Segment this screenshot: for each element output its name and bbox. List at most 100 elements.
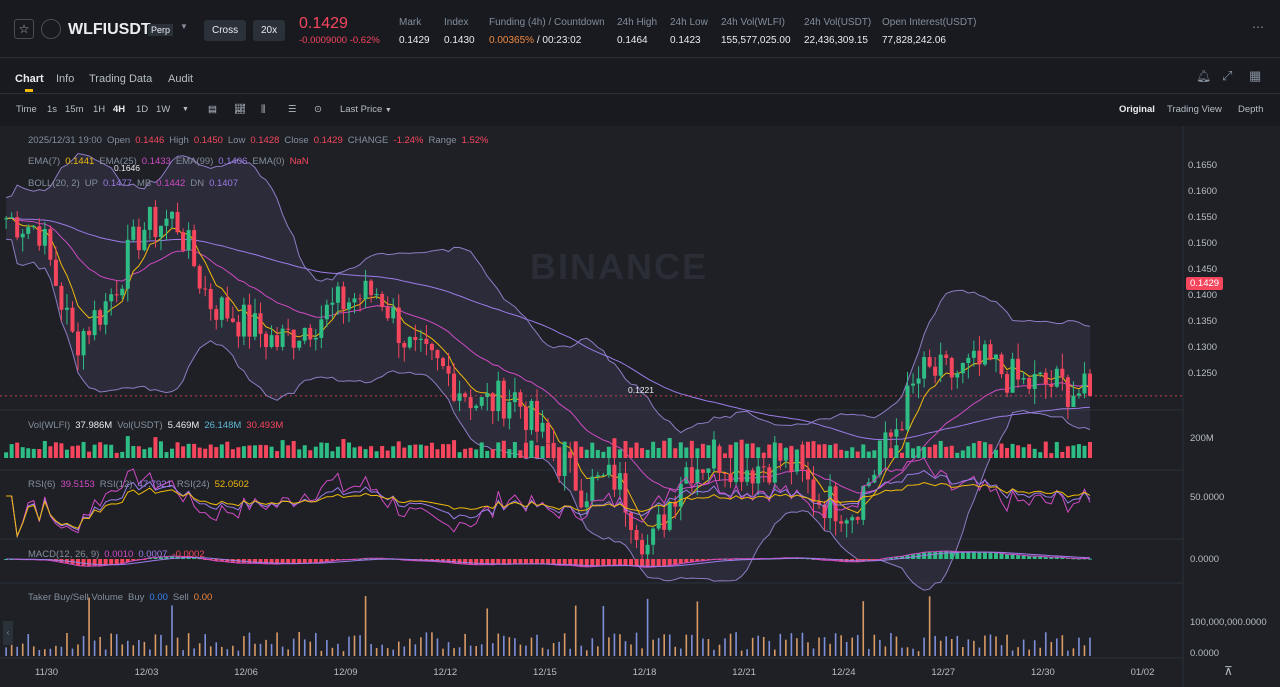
vol-ma1-value: 26.148M	[204, 420, 242, 431]
taker-volume-bar	[917, 651, 920, 656]
price-axis-tick: 0.1500	[1188, 238, 1218, 249]
volume-bar	[158, 441, 163, 458]
volume-bar	[170, 448, 175, 458]
volume-bar	[866, 451, 871, 458]
taker-volume-bar	[348, 636, 350, 656]
symbol-dropdown-icon[interactable]: ▼	[180, 22, 188, 31]
taker-volume-bar	[652, 639, 654, 656]
taker-volume-bar	[585, 650, 588, 656]
interval-1s[interactable]: 1s	[47, 104, 57, 115]
symbol-name[interactable]: WLFIUSDT	[68, 21, 151, 39]
favorite-star-icon[interactable]: ☆	[14, 19, 34, 39]
price-type-select[interactable]: Last Price ▼	[340, 104, 392, 115]
view-original[interactable]: Original	[1119, 104, 1155, 115]
chart-area[interactable]: BINANCE 2025/12/31 19:00 Open 0.1446 High 0.…	[0, 126, 1280, 687]
candle-body	[739, 457, 744, 482]
macd-histogram-bar	[540, 559, 545, 564]
interval-15m[interactable]: 15m	[65, 104, 83, 115]
expand-icon[interactable]: ⤢	[1222, 68, 1232, 84]
interval-4h[interactable]: 4H	[113, 104, 125, 115]
macd-axis-tick: 0.0000	[1190, 554, 1220, 565]
leverage-button[interactable]: 20x	[253, 20, 286, 41]
macd-histogram-bar	[993, 552, 998, 559]
reset-scale-icon[interactable]: ⊼	[1224, 664, 1233, 678]
volume-bar	[640, 448, 645, 458]
candle-body	[291, 329, 296, 348]
candle-body	[380, 293, 385, 307]
tab-trading-data[interactable]: Trading Data	[89, 73, 152, 85]
taker-volume-bar	[154, 634, 157, 656]
calendar-icon[interactable]: ▤	[208, 104, 217, 115]
volume-bar	[147, 447, 152, 458]
candle-body	[479, 397, 484, 406]
taker-volume-bar	[431, 632, 433, 656]
candle-body	[4, 218, 9, 220]
candle-body	[369, 280, 374, 296]
vol-axis-tick: 200M	[1190, 433, 1214, 444]
margin-mode-button[interactable]: Cross	[204, 20, 247, 41]
stat-low-value: 0.1423	[670, 35, 701, 46]
chart-type-icon[interactable]: ⫼	[261, 104, 265, 115]
layout-grid-icon[interactable]: ▦	[1249, 68, 1261, 84]
volume-bar	[269, 446, 274, 458]
volume-bar	[982, 442, 987, 458]
ema7-value: 0.1441	[65, 156, 95, 167]
interval-1d[interactable]: 1D	[136, 104, 148, 115]
taker-volume-bar	[696, 601, 699, 656]
interval-dropdown-icon[interactable]: ▼	[182, 106, 189, 113]
alert-bell-icon[interactable]: 🔔︎	[1196, 69, 1211, 83]
volume-bar	[772, 442, 777, 458]
volume-bar	[634, 442, 639, 458]
volume-bar	[977, 440, 982, 458]
taker-volume-bar	[497, 633, 500, 656]
boll-mb-label: MB	[137, 178, 152, 189]
candle-body	[53, 259, 58, 286]
interval-time[interactable]: Time	[16, 104, 37, 115]
candle-body	[20, 233, 25, 238]
candle-body	[767, 467, 772, 483]
candle-body	[219, 297, 224, 320]
scroll-left-handle[interactable]: ‹	[3, 621, 13, 645]
volume-bar	[363, 449, 368, 458]
candle-body	[977, 350, 982, 365]
drawing-icon[interactable]: ⊙	[314, 104, 322, 115]
candle-body	[1043, 372, 1048, 385]
taker-volume-bar	[375, 648, 378, 656]
stat-oi-value: 77,828,242.06	[882, 35, 946, 46]
macd-histogram-bar	[302, 559, 307, 564]
volume-bar	[1021, 447, 1026, 458]
volume-bar	[540, 446, 545, 458]
taker-volume-bar	[276, 632, 278, 656]
volume-bar	[92, 444, 97, 458]
settings-sliders-icon[interactable]: ☰	[288, 104, 297, 115]
tab-info[interactable]: Info	[56, 73, 74, 85]
taker-volume-bar	[315, 632, 317, 656]
taker-volume-bar	[945, 636, 948, 656]
volume-bar	[667, 438, 672, 458]
candle-body	[617, 473, 622, 490]
interval-1w[interactable]: 1W	[156, 104, 170, 115]
close-label: Close	[284, 135, 309, 146]
candle-body	[147, 206, 152, 230]
tab-chart[interactable]: Chart	[15, 73, 44, 85]
volume-bar	[192, 443, 197, 458]
tab-audit[interactable]: Audit	[168, 73, 193, 85]
indicator-icon[interactable]: 📈︎	[234, 104, 246, 115]
taker-volume-bar	[88, 597, 90, 656]
candle-body	[1071, 395, 1076, 408]
volume-bar	[590, 442, 595, 458]
taker-volume-bar	[132, 645, 135, 656]
volume-bar	[297, 449, 302, 458]
volume-bar	[1054, 441, 1059, 458]
macd-histogram-bar	[982, 552, 987, 559]
volume-bar	[601, 451, 606, 458]
interval-1h[interactable]: 1H	[93, 104, 105, 115]
view-tradingview[interactable]: Trading View	[1167, 104, 1222, 115]
candle-body	[92, 310, 97, 336]
candle-body	[612, 464, 617, 490]
more-icon[interactable]: ⋯	[1252, 20, 1264, 34]
volume-bar	[623, 441, 628, 458]
volume-bar	[440, 444, 445, 458]
taker-volume-bar	[950, 638, 953, 656]
view-depth[interactable]: Depth	[1238, 104, 1263, 115]
